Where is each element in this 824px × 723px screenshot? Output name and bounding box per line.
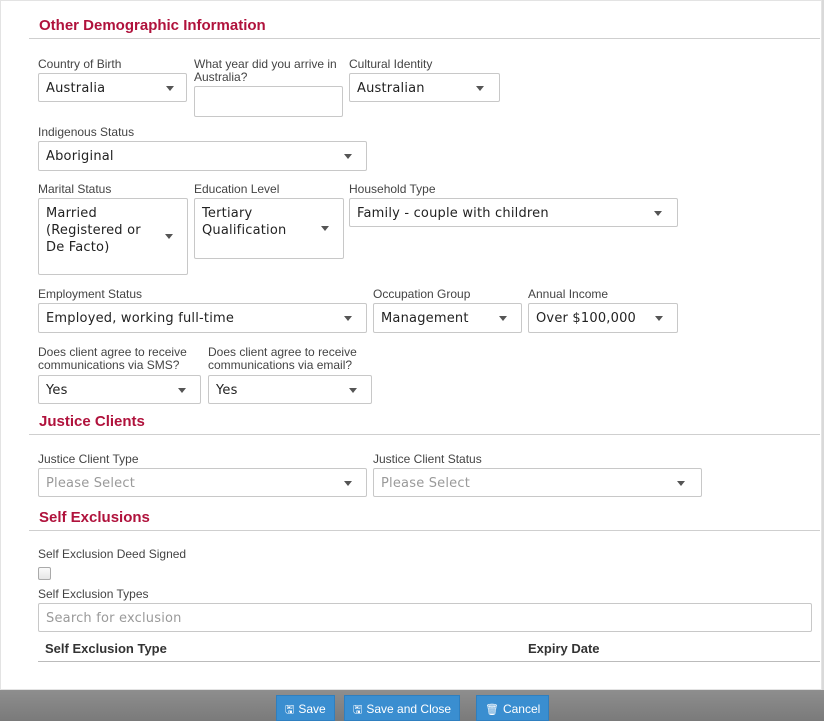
section-divider xyxy=(29,530,820,531)
sms-consent-label: Does client agree to receive communicati… xyxy=(38,345,187,372)
email-consent-select[interactable]: Yes xyxy=(208,375,372,404)
table-header-divider xyxy=(38,661,820,662)
marital-status-label: Marital Status xyxy=(38,182,112,196)
column-header-expiry-date[interactable]: Expiry Date xyxy=(528,641,600,656)
email-consent-value: Yes xyxy=(216,383,238,398)
email-consent-label: Does client agree to receive communicati… xyxy=(208,345,357,372)
section-title-self-exclusions: Self Exclusions xyxy=(39,509,150,526)
occupation-group-select[interactable]: Management xyxy=(373,303,522,333)
cultural-identity-select[interactable]: Australian xyxy=(349,73,500,102)
education-level-value: Tertiary Qualification xyxy=(202,206,287,238)
education-level-label: Education Level xyxy=(194,182,280,196)
annual-income-value: Over $100,000 xyxy=(536,311,637,326)
cancel-button[interactable]: 🗑 Cancel xyxy=(476,695,550,721)
country-of-birth-select[interactable]: Australia xyxy=(38,73,187,102)
self-exclusion-search-placeholder: Search for exclusion xyxy=(46,611,182,626)
year-arrived-label: What year did you arrive in Australia? xyxy=(194,57,337,84)
chevron-down-icon xyxy=(655,316,663,321)
self-exclusion-types-label: Self Exclusion Types xyxy=(38,587,149,601)
employment-status-value: Employed, working full-time xyxy=(46,311,235,326)
chevron-down-icon xyxy=(178,388,186,393)
justice-client-status-select[interactable]: Please Select xyxy=(373,468,702,497)
chevron-down-icon xyxy=(321,226,329,231)
floppy-disk-icon: 🖫 xyxy=(285,704,295,716)
annual-income-select[interactable]: Over $100,000 xyxy=(528,303,678,333)
save-button-label: Save xyxy=(298,702,326,716)
year-arrived-input[interactable] xyxy=(194,86,343,117)
chevron-down-icon xyxy=(499,316,507,321)
chevron-down-icon xyxy=(677,481,685,486)
marital-status-select[interactable]: Married (Registered or De Facto) xyxy=(38,198,188,275)
self-exclusion-search-input[interactable]: Search for exclusion xyxy=(38,603,812,632)
indigenous-status-label: Indigenous Status xyxy=(38,125,135,139)
save-button[interactable]: 🖫 Save xyxy=(276,695,335,721)
household-type-value: Family - couple with children xyxy=(357,206,549,221)
justice-client-type-select[interactable]: Please Select xyxy=(38,468,367,497)
trash-icon: 🗑 xyxy=(485,704,499,716)
justice-client-type-value: Please Select xyxy=(46,476,136,491)
chevron-down-icon xyxy=(165,234,173,239)
household-type-label: Household Type xyxy=(349,182,436,196)
indigenous-status-value: Aboriginal xyxy=(46,149,114,164)
section-divider xyxy=(29,434,820,435)
occupation-group-label: Occupation Group xyxy=(373,287,471,301)
occupation-group-value: Management xyxy=(381,311,469,326)
country-of-birth-value: Australia xyxy=(46,81,106,96)
cancel-button-label: Cancel xyxy=(502,702,541,716)
chevron-down-icon xyxy=(349,388,357,393)
chevron-down-icon xyxy=(654,211,662,216)
sms-consent-value: Yes xyxy=(46,383,68,398)
self-exclusion-deed-checkbox[interactable] xyxy=(38,567,51,580)
self-exclusion-deed-label: Self Exclusion Deed Signed xyxy=(38,547,187,561)
chevron-down-icon xyxy=(476,86,484,91)
household-type-select[interactable]: Family - couple with children xyxy=(349,198,678,227)
annual-income-label: Annual Income xyxy=(528,287,609,301)
education-level-select[interactable]: Tertiary Qualification xyxy=(194,198,344,259)
section-title-other-demographic: Other Demographic Information xyxy=(39,17,266,34)
justice-client-type-label: Justice Client Type xyxy=(38,452,139,466)
column-header-self-exclusion-type[interactable]: Self Exclusion Type xyxy=(45,641,167,656)
chevron-down-icon xyxy=(344,481,352,486)
employment-status-select[interactable]: Employed, working full-time xyxy=(38,303,367,333)
justice-client-status-label: Justice Client Status xyxy=(373,452,482,466)
section-title-justice-clients: Justice Clients xyxy=(39,413,145,430)
chevron-down-icon xyxy=(344,154,352,159)
chevron-down-icon xyxy=(166,86,174,91)
chevron-down-icon xyxy=(344,316,352,321)
floppy-disk-icon: 🖫 xyxy=(353,704,363,716)
country-of-birth-label: Country of Birth xyxy=(38,57,122,71)
cultural-identity-label: Cultural Identity xyxy=(349,57,433,71)
dialog-panel: Other Demographic Information Country of… xyxy=(0,0,824,690)
section-divider xyxy=(29,38,820,39)
save-and-close-button[interactable]: 🖫 Save and Close xyxy=(344,695,461,721)
cultural-identity-value: Australian xyxy=(357,81,425,96)
sms-consent-select[interactable]: Yes xyxy=(38,375,201,404)
save-and-close-label: Save and Close xyxy=(366,702,452,716)
employment-status-label: Employment Status xyxy=(38,287,143,301)
indigenous-status-select[interactable]: Aboriginal xyxy=(38,141,367,171)
marital-status-value: Married (Registered or De Facto) xyxy=(46,206,141,255)
justice-client-status-value: Please Select xyxy=(381,476,471,491)
